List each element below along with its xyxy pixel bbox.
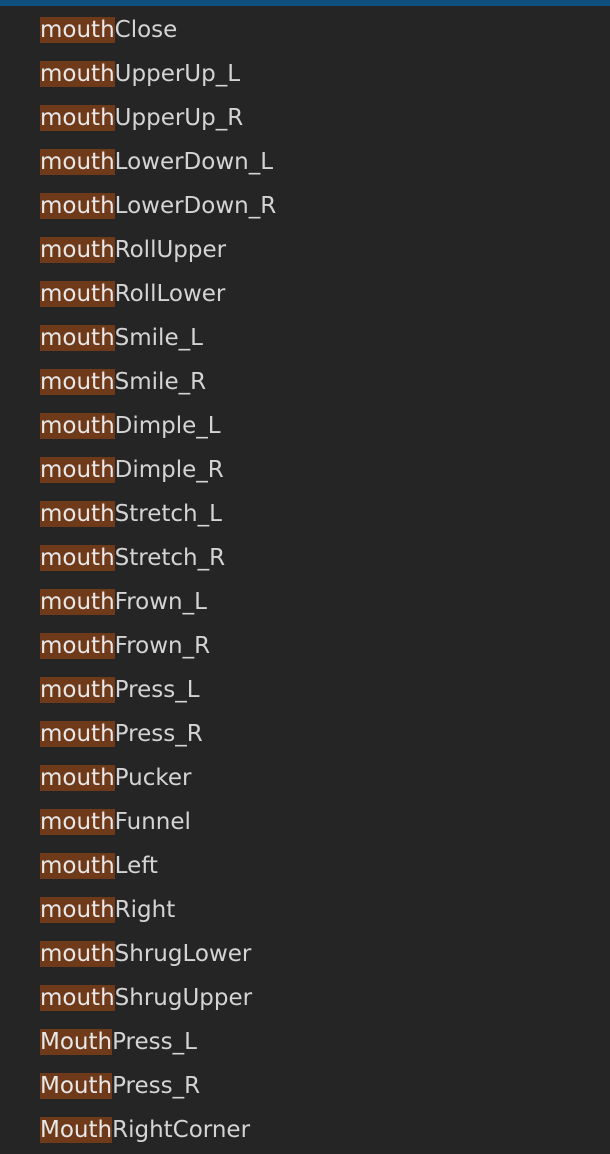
item-text: RightCorner bbox=[112, 1117, 251, 1143]
item-text: Press_L bbox=[112, 1029, 197, 1055]
list-item[interactable]: mouthPress_L bbox=[40, 668, 600, 712]
item-text: LowerDown_L bbox=[114, 149, 274, 175]
match-highlight: mouth bbox=[40, 61, 115, 87]
item-text: Pucker bbox=[114, 765, 192, 791]
match-highlight: mouth bbox=[40, 633, 115, 659]
match-highlight: mouth bbox=[40, 193, 115, 219]
match-highlight: mouth bbox=[40, 589, 115, 615]
list-item[interactable]: mouthRight bbox=[40, 888, 600, 932]
match-highlight: mouth bbox=[40, 105, 115, 131]
item-text: Press_L bbox=[114, 677, 200, 703]
match-highlight: mouth bbox=[40, 985, 115, 1011]
match-highlight: mouth bbox=[40, 809, 115, 835]
list-item[interactable]: mouthFrown_R bbox=[40, 624, 600, 668]
list-item[interactable]: MouthPress_L bbox=[40, 1020, 600, 1064]
match-highlight: mouth bbox=[40, 853, 115, 879]
search-results-list: mouthClose mouthUpperUp_L mouthUpperUp_R mo… bbox=[40, 8, 600, 1152]
item-text: Close bbox=[114, 17, 178, 43]
list-item[interactable]: mouthDimple_R bbox=[40, 448, 600, 492]
item-text: Dimple_R bbox=[114, 457, 224, 483]
item-text: Frown_R bbox=[114, 633, 211, 659]
match-highlight: Mouth bbox=[40, 1073, 113, 1099]
item-text: Left bbox=[114, 853, 158, 879]
item-text: RollLower bbox=[114, 281, 226, 307]
list-item[interactable]: mouthFunnel bbox=[40, 800, 600, 844]
match-highlight: mouth bbox=[40, 237, 115, 263]
list-item[interactable]: mouthLowerDown_L bbox=[40, 140, 600, 184]
match-highlight: mouth bbox=[40, 369, 115, 395]
list-item[interactable]: mouthRollLower bbox=[40, 272, 600, 316]
list-item[interactable]: mouthUpperUp_R bbox=[40, 96, 600, 140]
item-text: Funnel bbox=[114, 809, 191, 835]
list-item[interactable]: mouthStretch_L bbox=[40, 492, 600, 536]
list-item[interactable]: mouthSmile_R bbox=[40, 360, 600, 404]
list-item[interactable]: mouthLeft bbox=[40, 844, 600, 888]
list-item[interactable]: mouthRollUpper bbox=[40, 228, 600, 272]
match-highlight: mouth bbox=[40, 941, 115, 967]
item-text: RollUpper bbox=[114, 237, 227, 263]
item-text: Smile_L bbox=[114, 325, 203, 351]
item-text: Right bbox=[114, 897, 176, 923]
item-text: Press_R bbox=[112, 1073, 201, 1099]
match-highlight: mouth bbox=[40, 281, 115, 307]
list-item[interactable]: mouthFrown_L bbox=[40, 580, 600, 624]
list-item[interactable]: mouthShrugUpper bbox=[40, 976, 600, 1020]
item-text: Stretch_L bbox=[114, 501, 222, 527]
item-text: Frown_L bbox=[114, 589, 207, 615]
list-item[interactable]: MouthPress_R bbox=[40, 1064, 600, 1108]
list-item[interactable]: mouthDimple_L bbox=[40, 404, 600, 448]
item-text: Dimple_L bbox=[114, 413, 221, 439]
active-panel-border bbox=[0, 0, 610, 6]
item-text: LowerDown_R bbox=[114, 193, 277, 219]
editor-pane: mouthClose mouthUpperUp_L mouthUpperUp_R mo… bbox=[0, 0, 610, 1154]
list-item[interactable]: mouthPress_R bbox=[40, 712, 600, 756]
item-text: ShrugUpper bbox=[114, 985, 253, 1011]
item-text: ShrugLower bbox=[114, 941, 252, 967]
list-item[interactable]: mouthLowerDown_R bbox=[40, 184, 600, 228]
match-highlight: mouth bbox=[40, 721, 115, 747]
list-item[interactable]: mouthStretch_R bbox=[40, 536, 600, 580]
list-item[interactable]: mouthSmile_L bbox=[40, 316, 600, 360]
match-highlight: mouth bbox=[40, 765, 115, 791]
list-item[interactable]: mouthShrugLower bbox=[40, 932, 600, 976]
match-highlight: mouth bbox=[40, 413, 115, 439]
match-highlight: mouth bbox=[40, 677, 115, 703]
list-item[interactable]: mouthClose bbox=[40, 8, 600, 52]
item-text: UpperUp_L bbox=[114, 61, 241, 87]
list-item[interactable]: MouthRightCorner bbox=[40, 1108, 600, 1152]
list-item[interactable]: mouthUpperUp_L bbox=[40, 52, 600, 96]
match-highlight: mouth bbox=[40, 545, 115, 571]
item-text: Smile_R bbox=[114, 369, 207, 395]
match-highlight: mouth bbox=[40, 457, 115, 483]
match-highlight: mouth bbox=[40, 897, 115, 923]
item-text: UpperUp_R bbox=[114, 105, 244, 131]
list-item[interactable]: mouthPucker bbox=[40, 756, 600, 800]
match-highlight: mouth bbox=[40, 149, 115, 175]
item-text: Press_R bbox=[114, 721, 203, 747]
match-highlight: mouth bbox=[40, 501, 115, 527]
match-highlight: mouth bbox=[40, 17, 115, 43]
match-highlight: mouth bbox=[40, 325, 115, 351]
match-highlight: Mouth bbox=[40, 1117, 113, 1143]
match-highlight: Mouth bbox=[40, 1029, 113, 1055]
item-text: Stretch_R bbox=[114, 545, 226, 571]
